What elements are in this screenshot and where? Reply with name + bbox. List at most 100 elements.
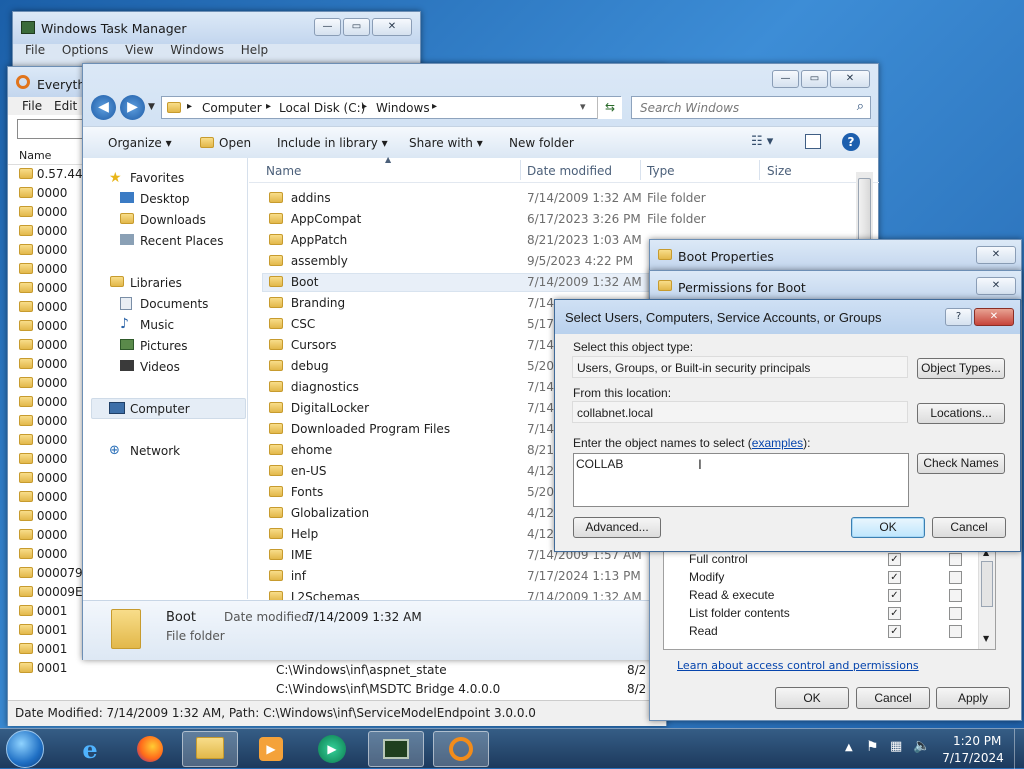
internet-explorer-icon[interactable]: e — [62, 731, 118, 767]
nav-pictures[interactable]: Pictures — [140, 339, 188, 353]
column-name[interactable]: Name — [266, 164, 301, 178]
nav-recent-places[interactable]: Recent Places — [140, 234, 223, 248]
boot-properties-titlebar[interactable]: Boot Properties ✕ — [650, 240, 1021, 270]
list-item[interactable]: 0000 — [19, 243, 67, 257]
list-item[interactable]: 0000 — [19, 414, 67, 428]
apply-button[interactable]: Apply — [936, 687, 1010, 709]
share-with-button[interactable]: Share with ▾ — [409, 136, 483, 150]
table-row[interactable]: addins — [269, 191, 331, 205]
allow-checkbox[interactable]: ✓ — [888, 607, 901, 620]
close-icon[interactable]: ✕ — [976, 246, 1016, 264]
table-row[interactable]: inf — [269, 569, 306, 583]
deny-checkbox[interactable] — [949, 589, 962, 602]
everything-search-input[interactable] — [17, 119, 87, 139]
table-row[interactable]: Downloaded Program Files — [269, 422, 450, 436]
list-item[interactable]: 0000 — [19, 376, 67, 390]
nav-desktop[interactable]: Desktop — [140, 192, 190, 206]
organize-button[interactable]: Organize ▾ — [108, 136, 172, 150]
list-item[interactable]: 0000 — [19, 490, 67, 504]
list-item[interactable]: 0000 — [19, 300, 67, 314]
table-row[interactable]: Fonts — [269, 485, 323, 499]
allow-checkbox[interactable]: ✓ — [888, 625, 901, 638]
ok-button[interactable]: OK — [775, 687, 849, 709]
explorer-taskbar-icon[interactable] — [182, 731, 238, 767]
task-manager-titlebar[interactable]: Windows Task Manager — ▭ ✕ — [13, 12, 420, 44]
deny-checkbox[interactable] — [949, 607, 962, 620]
select-users-titlebar[interactable]: Select Users, Computers, Service Account… — [555, 300, 1020, 334]
table-row[interactable]: diagnostics — [269, 380, 359, 394]
include-in-library-button[interactable]: Include in library ▾ — [277, 136, 388, 150]
list-item[interactable]: 0000 — [19, 338, 67, 352]
refresh-icon[interactable]: ⇆ — [597, 97, 622, 119]
table-row[interactable]: IME — [269, 548, 312, 562]
menu-view[interactable]: View — [125, 43, 153, 57]
media-player-icon[interactable]: ▶ — [243, 731, 299, 767]
forward-button[interactable]: ▶ — [120, 95, 145, 120]
list-item[interactable]: 0000 — [19, 509, 67, 523]
table-row[interactable]: DigitalLocker — [269, 401, 369, 415]
table-row[interactable]: Cursors — [269, 338, 337, 352]
new-folder-button[interactable]: New folder — [509, 136, 574, 150]
nav-favorites[interactable]: Favorites — [130, 171, 184, 185]
preview-pane-icon[interactable] — [805, 134, 821, 149]
list-item[interactable]: 0001 — [19, 623, 67, 637]
search-icon[interactable]: ⌕ — [857, 99, 864, 114]
navigation-pane[interactable]: ★ Favorites Desktop Downloads Recent Pla… — [83, 158, 248, 599]
menu-file[interactable]: File — [22, 99, 42, 113]
list-item[interactable]: 0000 — [19, 281, 67, 295]
table-row[interactable]: Branding — [269, 296, 345, 310]
nav-computer[interactable]: Computer — [130, 402, 190, 416]
help-icon[interactable]: ? — [945, 308, 972, 326]
list-item[interactable]: 0000 — [19, 205, 67, 219]
cancel-button[interactable]: Cancel — [932, 517, 1006, 538]
list-item[interactable]: 0000 — [19, 262, 67, 276]
list-item[interactable]: 0000 — [19, 319, 67, 333]
list-item[interactable]: 0000 — [19, 395, 67, 409]
list-item[interactable]: 0000 — [19, 547, 67, 561]
maximize-icon[interactable]: ▭ — [801, 70, 828, 88]
help-icon[interactable]: ? — [842, 133, 860, 151]
examples-link[interactable]: examples — [752, 436, 803, 450]
object-names-input[interactable]: COLLAB I — [573, 453, 909, 507]
column-type[interactable]: Type — [647, 164, 675, 178]
everything-taskbar-icon[interactable] — [433, 731, 489, 767]
deny-checkbox[interactable] — [949, 553, 962, 566]
search-input[interactable]: Search Windows ⌕ — [631, 96, 871, 119]
close-icon[interactable]: ✕ — [372, 18, 412, 36]
menu-edit[interactable]: Edit — [54, 99, 77, 113]
chevron-down-icon[interactable]: ▼ — [148, 102, 155, 112]
scrollbar-thumb[interactable] — [858, 178, 871, 248]
list-item[interactable]: 0001 — [19, 642, 67, 656]
open-button[interactable]: Open — [219, 136, 251, 150]
menu-file[interactable]: File — [25, 43, 45, 57]
table-row[interactable]: assembly — [269, 254, 348, 268]
deny-checkbox[interactable] — [949, 625, 962, 638]
nav-libraries[interactable]: Libraries — [130, 276, 182, 290]
start-button[interactable] — [6, 730, 44, 768]
list-item[interactable]: C:\Windows\inf\aspnet_state — [276, 663, 447, 677]
breadcrumb-computer[interactable]: Computer — [202, 101, 262, 115]
list-item[interactable]: 0000 — [19, 186, 67, 200]
tray-expand-icon[interactable]: ▲ — [845, 742, 853, 753]
list-item[interactable]: 0000 — [19, 357, 67, 371]
minimize-icon[interactable]: — — [772, 70, 799, 88]
table-row[interactable]: CSC — [269, 317, 315, 331]
table-row[interactable]: Boot — [269, 275, 318, 289]
explorer-titlebar[interactable]: — ▭ ✕ ◀ ▶ ▼ ▸ Computer ▸ Local Disk (C:)… — [83, 64, 878, 158]
address-bar[interactable]: ▸ Computer ▸ Local Disk (C:) ▸ Windows ▸… — [161, 96, 621, 119]
table-row[interactable]: ehome — [269, 443, 332, 457]
table-row[interactable]: Globalization — [269, 506, 369, 520]
permissions-list[interactable]: Full control ✓ Modify ✓ Read & execute ✓ List … — [663, 547, 996, 650]
object-types-button[interactable]: Object Types... — [917, 358, 1005, 379]
allow-checkbox[interactable]: ✓ — [888, 589, 901, 602]
select-users-dialog[interactable]: Select Users, Computers, Service Account… — [554, 299, 1021, 552]
volume-icon[interactable]: 🔈 — [913, 738, 930, 754]
scrollbar-thumb[interactable] — [981, 561, 993, 607]
list-item[interactable]: 0001 — [19, 661, 67, 675]
flag-icon[interactable]: ⚑ — [866, 739, 879, 755]
table-row[interactable]: AppPatch — [269, 233, 347, 247]
table-row[interactable]: AppCompat — [269, 212, 361, 226]
column-date-modified[interactable]: Date modified — [527, 164, 612, 178]
list-item[interactable]: 0000 — [19, 452, 67, 466]
table-row[interactable]: Help — [269, 527, 318, 541]
